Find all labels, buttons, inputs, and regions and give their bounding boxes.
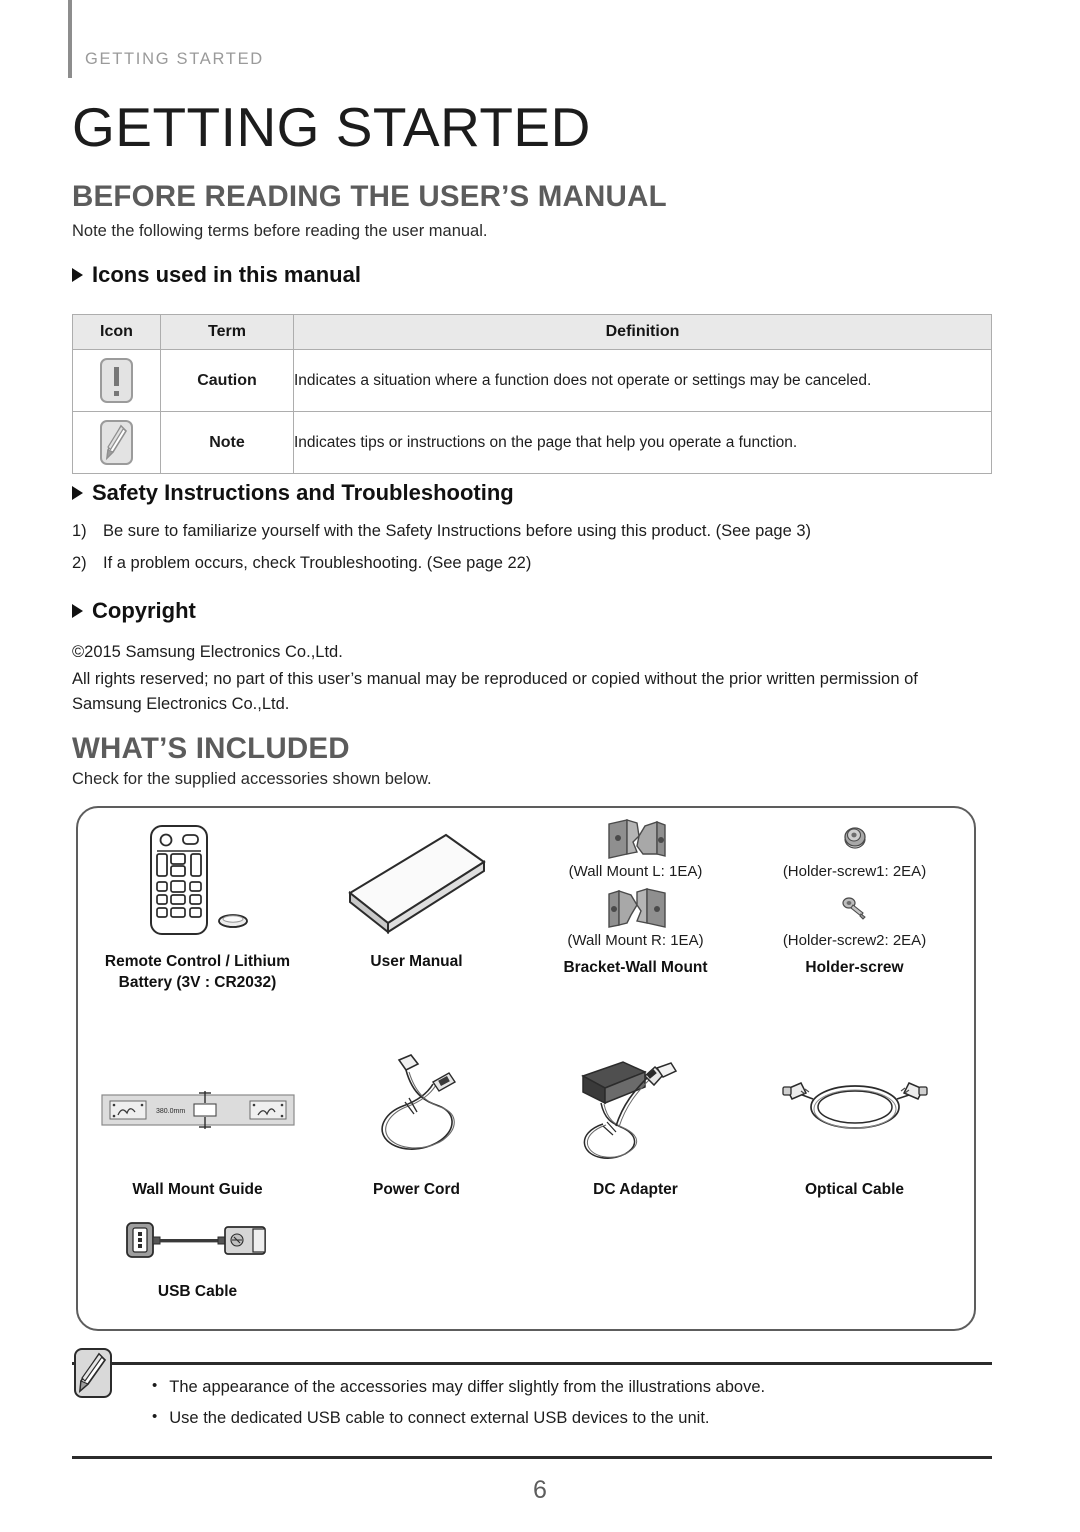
bullet-icon: •	[152, 1408, 158, 1425]
holder-screw-2-caption: (Holder-screw2: 2EA)	[782, 932, 927, 949]
accessory-label: Holder-screw	[805, 959, 904, 976]
copyright-block: ©2015 Samsung Electronics Co.,Ltd. All r…	[72, 640, 992, 719]
accessory-label: Optical Cable	[804, 1181, 905, 1198]
icons-definition-table: Icon Term Definition Caution Indicates a…	[72, 314, 992, 474]
subheading-copyright: Copyright	[72, 598, 196, 624]
subheading-icons-used-label: Icons used in this manual	[92, 262, 361, 287]
note-item-text: The appearance of the accessories may di…	[169, 1378, 766, 1396]
section-heading-whats-included: WHAT’S INCLUDED	[72, 732, 350, 765]
section-heading-before-reading: BEFORE READING THE USER’S MANUAL	[72, 180, 667, 213]
subheading-safety: Safety Instructions and Troubleshooting	[72, 480, 514, 506]
wall-mount-left-illustration	[593, 816, 679, 862]
holder-screw-1-illustration	[832, 816, 878, 862]
list-item-number: 2)	[72, 554, 87, 572]
list-item-text: Be sure to familiarize yourself with the…	[103, 522, 812, 540]
bullet-icon: •	[152, 1377, 158, 1394]
wall-mount-left-caption: (Wall Mount L: 1EA)	[568, 863, 703, 880]
wall-mount-right-caption: (Wall Mount R: 1EA)	[567, 932, 704, 949]
accessory-optical-cable: Optical Cable	[745, 1044, 964, 1201]
wall-mount-guide-dimension: 380.0mm	[156, 1108, 185, 1115]
accessories-row-3-spacer	[307, 1206, 526, 1303]
accessory-usb-cable: USB Cable	[88, 1206, 307, 1303]
column-header-icon: Icon	[72, 314, 161, 350]
list-item: • The appearance of the accessories may …	[152, 1377, 766, 1397]
note-items: • The appearance of the accessories may …	[152, 1377, 766, 1440]
list-item: • Use the dedicated USB cable to connect…	[152, 1408, 765, 1428]
subheading-icons-used: Icons used in this manual	[72, 262, 361, 288]
user-manual-illustration	[307, 816, 526, 948]
usb-cable-illustration	[88, 1206, 307, 1278]
accessory-label: Bracket-Wall Mount	[563, 959, 708, 976]
cell-icon-note	[72, 411, 161, 474]
note-item-text: Use the dedicated USB cable to connect e…	[169, 1409, 710, 1427]
table-row: Caution Indicates a situation where a fu…	[72, 349, 992, 412]
table-header-row: Icon Term Definition	[72, 314, 992, 350]
section-intro-whats-included: Check for the supplied accessories shown…	[72, 770, 432, 788]
list-item: 2) If a problem occurs, check Troublesho…	[72, 554, 811, 573]
cell-definition-caution: Indicates a situation where a function d…	[293, 349, 992, 412]
copyright-line-2: All rights reserved; no part of this use…	[72, 670, 918, 714]
power-cord-illustration	[307, 1044, 526, 1176]
optical-cable-illustration	[745, 1044, 964, 1176]
subheading-copyright-label: Copyright	[92, 598, 196, 623]
note-rule-top	[72, 1362, 992, 1365]
cell-icon-caution	[72, 349, 161, 412]
safety-instructions-list: 1) Be sure to familiarize yourself with …	[72, 522, 811, 586]
cell-definition-note: Indicates tips or instructions on the pa…	[293, 411, 992, 474]
column-header-definition: Definition	[293, 314, 992, 350]
accessory-label: User Manual	[370, 953, 463, 970]
accessory-holder-screw: (Holder-screw1: 2EA) (Holder-screw2: 2EA…	[745, 816, 964, 993]
accessory-bracket-wall-mount: (Wall Mount L: 1EA) (Wall Mount R: 1EA)	[526, 816, 745, 993]
wall-mount-sub-items: (Wall Mount L: 1EA) (Wall Mount R: 1EA)	[567, 816, 704, 954]
holder-screw-1-caption: (Holder-screw1: 2EA)	[782, 863, 927, 880]
accessory-label: Remote Control / Lithium Battery (3V : C…	[104, 953, 291, 991]
list-item-text: If a problem occurs, check Troubleshooti…	[103, 554, 532, 572]
triangle-bullet-icon	[72, 604, 83, 618]
copyright-line-1: ©2015 Samsung Electronics Co.,Ltd.	[72, 643, 343, 661]
chapter-title: GETTING STARTED	[72, 96, 591, 158]
accessories-row-1: Remote Control / Lithium Battery (3V : C…	[78, 808, 974, 993]
running-head: GETTING STARTED	[85, 50, 264, 68]
remote-control-illustration	[88, 816, 307, 948]
accessory-label: Wall Mount Guide	[132, 1181, 263, 1198]
subheading-safety-label: Safety Instructions and Troubleshooting	[92, 480, 514, 505]
accessory-label: Power Cord	[373, 1181, 460, 1198]
list-item-number: 1)	[72, 522, 87, 540]
accessory-label: DC Adapter	[593, 1181, 678, 1198]
accessories-row-2: 380.0mm Wall Mount Guide Power Cord DC A…	[78, 1036, 974, 1201]
caution-icon	[100, 358, 133, 403]
note-icon	[74, 1348, 112, 1398]
accessories-row-3-spacer	[526, 1206, 745, 1303]
note-icon	[100, 420, 133, 465]
header-accent-bar	[68, 0, 72, 78]
accessory-dc-adapter: DC Adapter	[526, 1044, 745, 1201]
wall-mount-right-illustration	[593, 885, 679, 931]
accessory-label: USB Cable	[157, 1283, 238, 1300]
holder-screw-sub-items: (Holder-screw1: 2EA) (Holder-screw2: 2EA…	[783, 816, 926, 954]
accessories-row-3: USB Cable	[78, 1206, 974, 1303]
cell-term-caution: Caution	[160, 349, 294, 412]
accessory-wall-mount-guide: 380.0mm Wall Mount Guide	[88, 1044, 307, 1201]
note-rule-bottom	[72, 1456, 992, 1459]
accessories-row-3-spacer	[745, 1206, 964, 1303]
cell-term-note: Note	[160, 411, 294, 474]
accessories-box: Remote Control / Lithium Battery (3V : C…	[76, 806, 976, 1331]
manual-page: GETTING STARTED GETTING STARTED BEFORE R…	[0, 0, 1080, 1532]
triangle-bullet-icon	[72, 486, 83, 500]
section-intro-before-reading: Note the following terms before reading …	[72, 222, 488, 240]
accessory-remote-control: Remote Control / Lithium Battery (3V : C…	[88, 816, 307, 993]
list-item: 1) Be sure to familiarize yourself with …	[72, 522, 811, 541]
dc-adapter-illustration	[526, 1044, 745, 1176]
accessory-user-manual: User Manual	[307, 816, 526, 993]
page-number: 6	[533, 1476, 547, 1504]
table-row: Note Indicates tips or instructions on t…	[72, 411, 992, 474]
column-header-term: Term	[160, 314, 294, 350]
triangle-bullet-icon	[72, 268, 83, 282]
accessory-power-cord: Power Cord	[307, 1044, 526, 1201]
wall-mount-guide-illustration: 380.0mm	[88, 1044, 307, 1176]
holder-screw-2-illustration	[832, 885, 878, 931]
